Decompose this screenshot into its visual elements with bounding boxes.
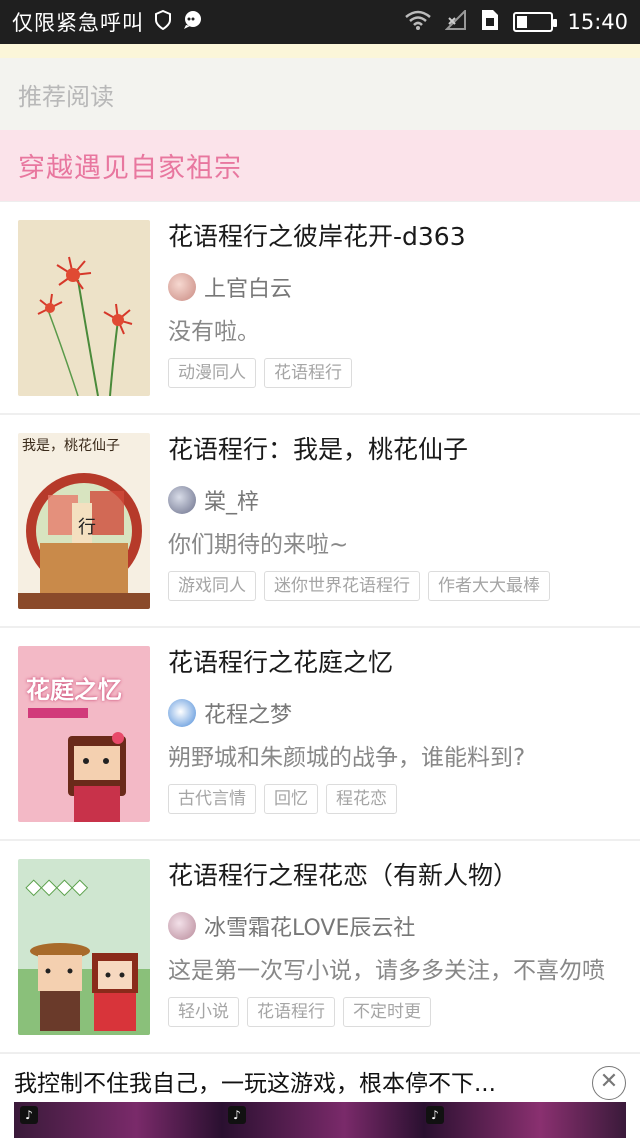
recommend-label: 推荐阅读: [18, 82, 114, 111]
tiktok-icon: ♪: [426, 1106, 444, 1124]
book-cover[interactable]: 我是，桃花仙子 行: [18, 433, 150, 609]
ad-text[interactable]: 我控制不住我自己，一玩这游戏，根本停不下...: [14, 1064, 496, 1098]
book-item[interactable]: 花庭之忆 花语程行之花庭之忆 花程之梦 朔野城和朱颜城的战争，谁能料到? 古代言…: [0, 628, 640, 841]
book-author[interactable]: 上官白云: [168, 270, 616, 304]
sim-icon: [481, 9, 499, 36]
tag[interactable]: 作者大大最棒: [428, 571, 550, 601]
author-name: 棠_梓: [204, 490, 260, 515]
tag[interactable]: 动漫同人: [168, 358, 256, 388]
book-cover[interactable]: [18, 220, 150, 396]
recommend-header: 推荐阅读: [0, 58, 640, 130]
book-title: 花语程行之程花恋（有新人物）: [168, 861, 519, 890]
category-header[interactable]: 穿越遇见自家祖宗: [0, 130, 640, 202]
book-tags: 动漫同人 花语程行: [168, 358, 616, 388]
carrier-text: 仅限紧急呼叫: [12, 11, 144, 35]
tag[interactable]: 程花恋: [326, 784, 397, 814]
book-author[interactable]: 棠_梓: [168, 483, 616, 517]
book-cover[interactable]: ◆◆◆◆: [18, 859, 150, 1035]
book-title: 花语程行之彼岸花开-d363: [168, 222, 466, 251]
category-title: 穿越遇见自家祖宗: [18, 153, 242, 184]
shield-icon: [154, 9, 172, 34]
ad-banner[interactable]: 我控制不住我自己，一玩这游戏，根本停不下... ✕ ♪ ♪ ♪: [0, 1053, 640, 1138]
book-cover[interactable]: 花庭之忆: [18, 646, 150, 822]
ad-image[interactable]: ♪ ♪ ♪: [14, 1102, 626, 1138]
book-title: 花语程行之花庭之忆: [168, 648, 394, 677]
tag[interactable]: 不定时更: [343, 997, 431, 1027]
book-item[interactable]: ◆◆◆◆ 花语程行之程花恋（有新人物） 冰雪霜花LOVE辰云社 这是第一次写小说…: [0, 841, 640, 1054]
tag[interactable]: 古代言情: [168, 784, 256, 814]
tiktok-icon: ♪: [228, 1106, 246, 1124]
book-tags: 古代言情 回忆 程花恋: [168, 784, 616, 814]
tag[interactable]: 花语程行: [264, 358, 352, 388]
book-item[interactable]: 花语程行之彼岸花开-d363 上官白云 没有啦。 动漫同人 花语程行: [0, 202, 640, 415]
battery-icon: [513, 12, 558, 32]
no-signal-icon: [445, 8, 467, 35]
svg-text:◆◆◆◆: ◆◆◆◆: [26, 874, 88, 898]
tag[interactable]: 迷你世界花语程行: [264, 571, 420, 601]
book-tags: 游戏同人 迷你世界花语程行 作者大大最棒: [168, 571, 616, 601]
tiktok-icon: ♪: [20, 1106, 38, 1124]
author-name: 冰雪霜花LOVE辰云社: [204, 916, 416, 941]
tag[interactable]: 轻小说: [168, 997, 239, 1027]
tag[interactable]: 花语程行: [247, 997, 335, 1027]
avatar: [168, 273, 196, 301]
author-name: 花程之梦: [204, 703, 293, 728]
author-name: 上官白云: [204, 277, 293, 302]
book-description: 你们期待的来啦~: [168, 532, 349, 558]
book-author[interactable]: 花程之梦: [168, 696, 616, 730]
book-tags: 轻小说 花语程行 不定时更: [168, 997, 616, 1027]
tag[interactable]: 回忆: [264, 784, 318, 814]
book-item[interactable]: 我是，桃花仙子 行 花语程行：我是，桃花仙子 棠_梓 你们期待的来啦~ 游戏同人: [0, 415, 640, 628]
tag[interactable]: 游戏同人: [168, 571, 256, 601]
close-icon[interactable]: ✕: [592, 1066, 626, 1100]
book-description: 这是第一次写小说，请多多关注，不喜勿喷: [168, 958, 605, 984]
avatar: [168, 486, 196, 514]
avatar: [168, 912, 196, 940]
book-list: 花语程行之彼岸花开-d363 上官白云 没有啦。 动漫同人 花语程行 我是，桃花…: [0, 202, 640, 1054]
book-description: 没有啦。: [168, 319, 260, 345]
top-strip: [0, 44, 640, 58]
book-title: 花语程行：我是，桃花仙子: [168, 435, 469, 464]
avatar: [168, 699, 196, 727]
svg-text:行: 行: [78, 517, 96, 538]
message-icon: [182, 10, 204, 34]
clock-text: 15:40: [567, 10, 628, 34]
book-description: 朔野城和朱颜城的战争，谁能料到?: [168, 745, 526, 771]
status-bar: 仅限紧急呼叫 15:40: [0, 0, 640, 44]
book-author[interactable]: 冰雪霜花LOVE辰云社: [168, 909, 616, 943]
wifi-icon: [405, 10, 432, 35]
